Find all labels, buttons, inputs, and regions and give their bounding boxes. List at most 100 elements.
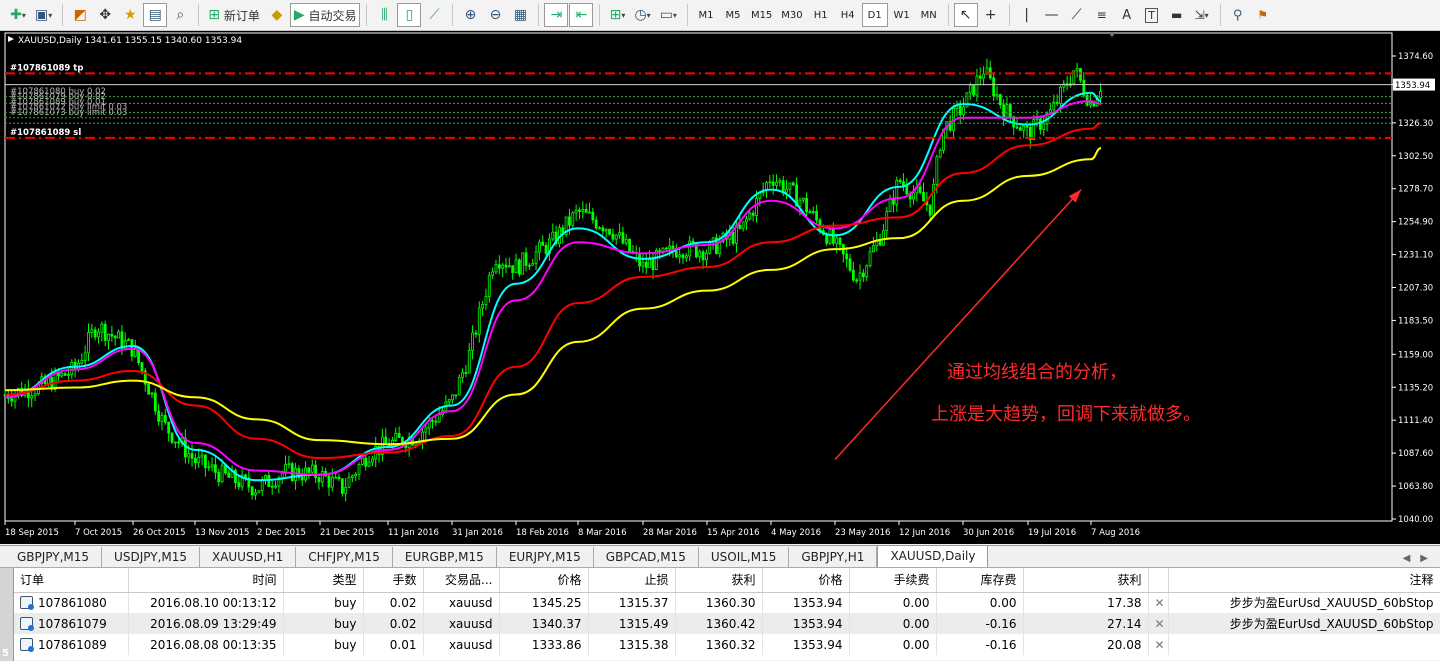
text-label-button[interactable]: T xyxy=(1140,3,1164,27)
zoom-in-button[interactable]: ⊕ xyxy=(458,3,482,27)
x-tick-label: 19 Jul 2016 xyxy=(1028,528,1076,538)
metaeditor-button[interactable]: ◆ xyxy=(265,3,289,27)
column-header[interactable]: 价格 xyxy=(762,568,850,593)
trendline-button[interactable]: ⟋ xyxy=(1065,3,1089,27)
candle-body xyxy=(507,265,511,268)
column-header[interactable]: 时间 xyxy=(128,568,284,593)
market-watch-button[interactable]: ◩ xyxy=(68,3,92,27)
chart-tab[interactable]: USDJPY,M15 xyxy=(102,547,200,567)
order-row[interactable]: 107861079 2016.08.09 13:29:49 buy 0.02 xauus… xyxy=(14,613,1440,634)
column-header[interactable]: 订单 xyxy=(14,568,129,593)
chart-window[interactable]: XAUUSD,Daily 1341.61 1355.15 1340.60 135… xyxy=(0,31,1440,544)
chart-canvas[interactable]: XAUUSD,Daily 1341.61 1355.15 1340.60 135… xyxy=(0,31,1440,544)
table-cell: buy xyxy=(283,592,364,613)
candle-body xyxy=(888,198,892,212)
search-button[interactable]: ⚲ xyxy=(1226,3,1250,27)
column-header[interactable]: 库存费 xyxy=(936,568,1024,593)
chart-tab[interactable]: USOIL,M15 xyxy=(699,547,790,567)
timeframe-m15-button[interactable]: M15 xyxy=(747,3,776,27)
timeframe-h4-button[interactable]: H4 xyxy=(835,3,861,27)
line-chart-button[interactable]: ⟋ xyxy=(422,3,446,27)
terminal-side-strip[interactable]: 5 xyxy=(0,568,14,661)
candle-body xyxy=(608,228,611,235)
candle-body xyxy=(705,252,708,261)
chart-tab[interactable]: GBPJPY,M15 xyxy=(5,547,103,567)
column-header[interactable]: 手续费 xyxy=(849,568,937,593)
chart-tab[interactable]: XAUUSD,Daily xyxy=(877,545,989,567)
candle-body xyxy=(851,269,855,281)
text-button[interactable]: A xyxy=(1115,3,1139,27)
column-header[interactable]: 类型 xyxy=(283,568,364,593)
candlestick-button[interactable]: ▯ xyxy=(397,3,422,27)
orders-table: 订单 时间 类型 手数 交易品... 价格 止损 获利 价格 手续费 库存费 获利 注释 1078610… xyxy=(14,568,1440,655)
column-header[interactable]: 获利 xyxy=(1023,568,1149,593)
cursor-button[interactable]: ↖ xyxy=(953,3,978,27)
candle-body xyxy=(113,335,117,339)
column-header[interactable]: 价格 xyxy=(499,568,589,593)
vertical-line-button[interactable]: | xyxy=(1015,3,1039,27)
chart-shift-button[interactable]: ⇤ xyxy=(569,3,594,27)
column-header[interactable]: 止损 xyxy=(588,568,676,593)
close-order-icon[interactable]: ✕ xyxy=(1148,592,1169,613)
templates-button[interactable]: ▭ ▾ xyxy=(656,3,681,27)
data-window-button[interactable]: ✥ xyxy=(93,3,117,27)
chart-tab[interactable]: GBPJPY,H1 xyxy=(789,547,878,567)
candle-body xyxy=(935,156,939,185)
candle-body xyxy=(10,398,14,402)
order-row[interactable]: 107861080 2016.08.10 00:13:12 buy 0.02 xauus… xyxy=(14,592,1440,613)
timeframe-m1-button[interactable]: M1 xyxy=(693,3,719,27)
table-cell: 1360.30 xyxy=(675,592,763,613)
candle-body xyxy=(153,392,157,412)
timeframe-m30-button[interactable]: M30 xyxy=(777,3,806,27)
fibonacci-button[interactable]: ≡ xyxy=(1090,3,1114,27)
column-header[interactable]: 注释 xyxy=(1168,568,1440,593)
terminal-button[interactable]: ▤ xyxy=(143,3,168,27)
autoscroll-button[interactable]: ⇥ xyxy=(544,3,569,27)
strategy-tester-button[interactable]: ⌕ xyxy=(168,3,192,27)
candle-body xyxy=(745,218,748,223)
indicators-button[interactable]: ⊞ ▾ xyxy=(605,3,629,27)
order-id-cell: 107861079 xyxy=(14,613,129,634)
profiles-button[interactable]: ▣ ▾ xyxy=(31,3,56,27)
signals-button[interactable]: ⚑ xyxy=(1251,3,1275,27)
candle-body xyxy=(1075,68,1079,72)
arrows-button[interactable]: ⇲ ▾ xyxy=(1190,3,1214,27)
timeframe-h1-button[interactable]: H1 xyxy=(808,3,834,27)
bar-chart-button[interactable]: ⫼ xyxy=(372,3,396,27)
scroll-left-icon[interactable]: ◀ xyxy=(1403,553,1411,564)
chart-tab[interactable]: EURJPY,M15 xyxy=(497,547,594,567)
new-order-button[interactable]: ⊞ 新订单 xyxy=(204,3,264,27)
crosshair-button[interactable]: + xyxy=(979,3,1003,27)
tile-windows-button[interactable]: ▦ xyxy=(508,3,532,27)
column-header[interactable]: 手数 xyxy=(363,568,424,593)
periods-button[interactable]: ◷ ▾ xyxy=(630,3,654,27)
table-cell: 0.00 xyxy=(936,592,1024,613)
timeframe-mn-button[interactable]: MN xyxy=(916,3,942,27)
scroll-right-icon[interactable]: ▶ xyxy=(1420,553,1428,564)
navigator-button[interactable]: ★ xyxy=(118,3,142,27)
order-row[interactable]: 107861089 2016.08.08 00:13:35 buy 0.01 xauus… xyxy=(14,634,1440,655)
candle-body xyxy=(538,241,541,253)
column-header[interactable]: 获利 xyxy=(675,568,763,593)
column-header[interactable]: 交易品... xyxy=(423,568,500,593)
column-header[interactable] xyxy=(1148,568,1169,593)
vertical-line-icon: | xyxy=(1024,7,1030,23)
timeframe-w1-button[interactable]: W1 xyxy=(889,3,915,27)
new-chart-button[interactable]: ✚ ▾ xyxy=(6,3,30,27)
zoom-out-button[interactable]: ⊖ xyxy=(483,3,507,27)
table-cell: 2016.08.09 13:29:49 xyxy=(128,613,284,634)
timeframe-m5-button[interactable]: M5 xyxy=(720,3,746,27)
chart-tab[interactable]: EURGBP,M15 xyxy=(393,547,497,567)
shapes-button[interactable]: ▬ xyxy=(1165,3,1189,27)
timeframe-d1-button[interactable]: D1 xyxy=(861,3,888,27)
separator xyxy=(686,4,688,26)
chart-tab[interactable]: XAUUSD,H1 xyxy=(200,547,297,567)
autotrade-button[interactable]: ▶ 自动交易 xyxy=(289,3,361,27)
chart-tab[interactable]: CHFJPY,M15 xyxy=(296,547,393,567)
horizontal-line-button[interactable]: — xyxy=(1040,3,1064,27)
candle-body xyxy=(938,149,942,158)
close-order-icon[interactable]: ✕ xyxy=(1148,613,1169,634)
candlestick-icon: ▯ xyxy=(405,7,414,23)
close-order-icon[interactable]: ✕ xyxy=(1148,634,1169,655)
chart-tab[interactable]: GBPCAD,M15 xyxy=(594,547,699,567)
